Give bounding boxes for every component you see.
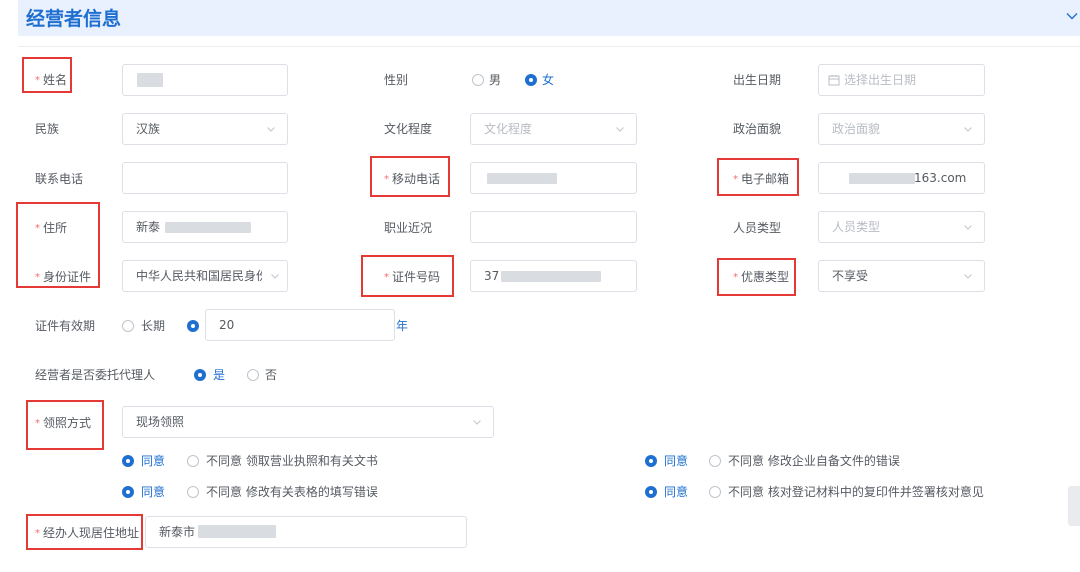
mobile-input[interactable] [470, 162, 637, 194]
chevron-down-icon [267, 127, 275, 132]
agent-label: 经营者是否委托代理人 [35, 368, 156, 382]
highlight-box [26, 400, 104, 450]
id-type-value: 中华人民共和国居民身份证 [136, 269, 262, 283]
redacted-text [137, 73, 163, 87]
occupation-label: 职业近况 [384, 221, 433, 235]
agent-yes-radio[interactable] [194, 369, 206, 381]
id-number-value: 37 [484, 269, 500, 283]
education-select[interactable]: 文化程度 [470, 113, 637, 145]
redacted-text [501, 271, 601, 282]
validity-label: 证件有效期 [35, 319, 96, 333]
consent-2-agree-radio[interactable] [645, 455, 657, 467]
person-type-placeholder: 人员类型 [832, 220, 881, 234]
chevron-down-icon [964, 127, 972, 132]
section-header[interactable]: 经营者信息 [18, 0, 1080, 36]
name-input[interactable] [122, 64, 288, 96]
agent-no-radio[interactable] [247, 369, 259, 381]
chevron-down-icon [616, 127, 624, 132]
validity-permanent-radio[interactable] [122, 320, 134, 332]
consent-2-disagree-radio[interactable] [709, 455, 721, 467]
residence-value: 新泰 [136, 220, 161, 234]
validity-unit: 年 [396, 319, 409, 333]
phone-input[interactable] [122, 162, 288, 194]
id-number-input[interactable]: 37 [470, 260, 637, 292]
consent-3-agree-radio[interactable] [122, 486, 134, 498]
gender-female-radio[interactable] [525, 74, 537, 86]
validity-years-value: 20 [219, 318, 235, 332]
education-label: 文化程度 [384, 122, 433, 136]
agent-no-label[interactable]: 否 [265, 368, 277, 382]
chevron-down-icon [964, 225, 972, 230]
chevron-down-icon [473, 420, 481, 425]
highlight-box [26, 514, 143, 550]
person-type-label: 人员类型 [733, 221, 782, 235]
section-title: 经营者信息 [26, 8, 122, 30]
residence-input[interactable]: 新泰 [122, 211, 288, 243]
redacted-text [198, 525, 276, 538]
political-placeholder: 政治面貌 [832, 122, 881, 136]
person-type-select[interactable]: 人员类型 [818, 211, 985, 243]
political-select[interactable]: 政治面貌 [818, 113, 985, 145]
chevron-down-icon [964, 274, 972, 279]
highlight-box [16, 202, 100, 288]
consent-4-disagree-label[interactable]: 不同意 核对登记材料中的复印件并签署核对意见 [728, 485, 984, 499]
gender-label: 性别 [384, 73, 409, 87]
consent-3-disagree-radio[interactable] [187, 486, 199, 498]
consent-1-disagree-radio[interactable] [187, 455, 199, 467]
email-input[interactable]: 163.com [818, 162, 985, 194]
validity-permanent-label[interactable]: 长期 [141, 319, 165, 333]
pickup-select[interactable]: 现场领照 [122, 406, 494, 438]
chevron-down-icon [271, 274, 279, 279]
validity-years-input[interactable]: 20 [205, 309, 395, 341]
education-placeholder: 文化程度 [484, 122, 533, 136]
redacted-text [487, 173, 557, 184]
address-input[interactable]: 新泰市 [145, 516, 467, 548]
side-float-tab[interactable] [1068, 486, 1080, 526]
divider [18, 46, 1080, 47]
email-value: 163.com [914, 171, 967, 185]
consent-1-disagree-label[interactable]: 不同意 领取营业执照和有关文书 [206, 454, 378, 468]
calendar-icon [828, 75, 840, 86]
chevron-down-icon[interactable] [1064, 8, 1080, 24]
consent-1-agree-radio[interactable] [122, 455, 134, 467]
discount-value: 不享受 [832, 269, 869, 283]
highlight-box [370, 156, 450, 197]
gender-male-radio[interactable] [472, 74, 484, 86]
consent-1-agree-label[interactable]: 同意 [141, 454, 165, 468]
consent-3-disagree-label[interactable]: 不同意 修改有关表格的填写错误 [206, 485, 378, 499]
agent-yes-label[interactable]: 是 [213, 368, 225, 382]
consent-3-agree-label[interactable]: 同意 [141, 485, 165, 499]
birthdate-label: 出生日期 [733, 73, 782, 87]
gender-female-label[interactable]: 女 [542, 73, 554, 87]
pickup-value: 现场领照 [136, 415, 185, 429]
highlight-box [717, 158, 799, 196]
highlight-box [22, 57, 72, 93]
highlight-box [361, 255, 454, 297]
phone-label: 联系电话 [35, 172, 84, 186]
ethnicity-label: 民族 [35, 122, 60, 136]
validity-years-radio[interactable] [187, 320, 199, 332]
occupation-input[interactable] [470, 211, 637, 243]
discount-select[interactable]: 不享受 [818, 260, 985, 292]
gender-male-label[interactable]: 男 [489, 73, 501, 87]
ethnicity-value: 汉族 [136, 122, 161, 136]
birthdate-placeholder: 选择出生日期 [844, 73, 917, 87]
redacted-text [165, 222, 251, 233]
consent-4-agree-radio[interactable] [645, 486, 657, 498]
ethnicity-select[interactable]: 汉族 [122, 113, 288, 145]
consent-2-disagree-label[interactable]: 不同意 修改企业自备文件的错误 [728, 454, 900, 468]
address-value: 新泰市 [159, 525, 196, 539]
id-type-select[interactable]: 中华人民共和国居民身份证 [122, 260, 288, 292]
birthdate-input[interactable]: 选择出生日期 [818, 64, 985, 96]
consent-4-disagree-radio[interactable] [709, 486, 721, 498]
consent-2-agree-label[interactable]: 同意 [664, 454, 688, 468]
redacted-text [849, 173, 915, 184]
consent-4-agree-label[interactable]: 同意 [664, 485, 688, 499]
political-label: 政治面貌 [733, 122, 782, 136]
highlight-box [717, 258, 796, 296]
